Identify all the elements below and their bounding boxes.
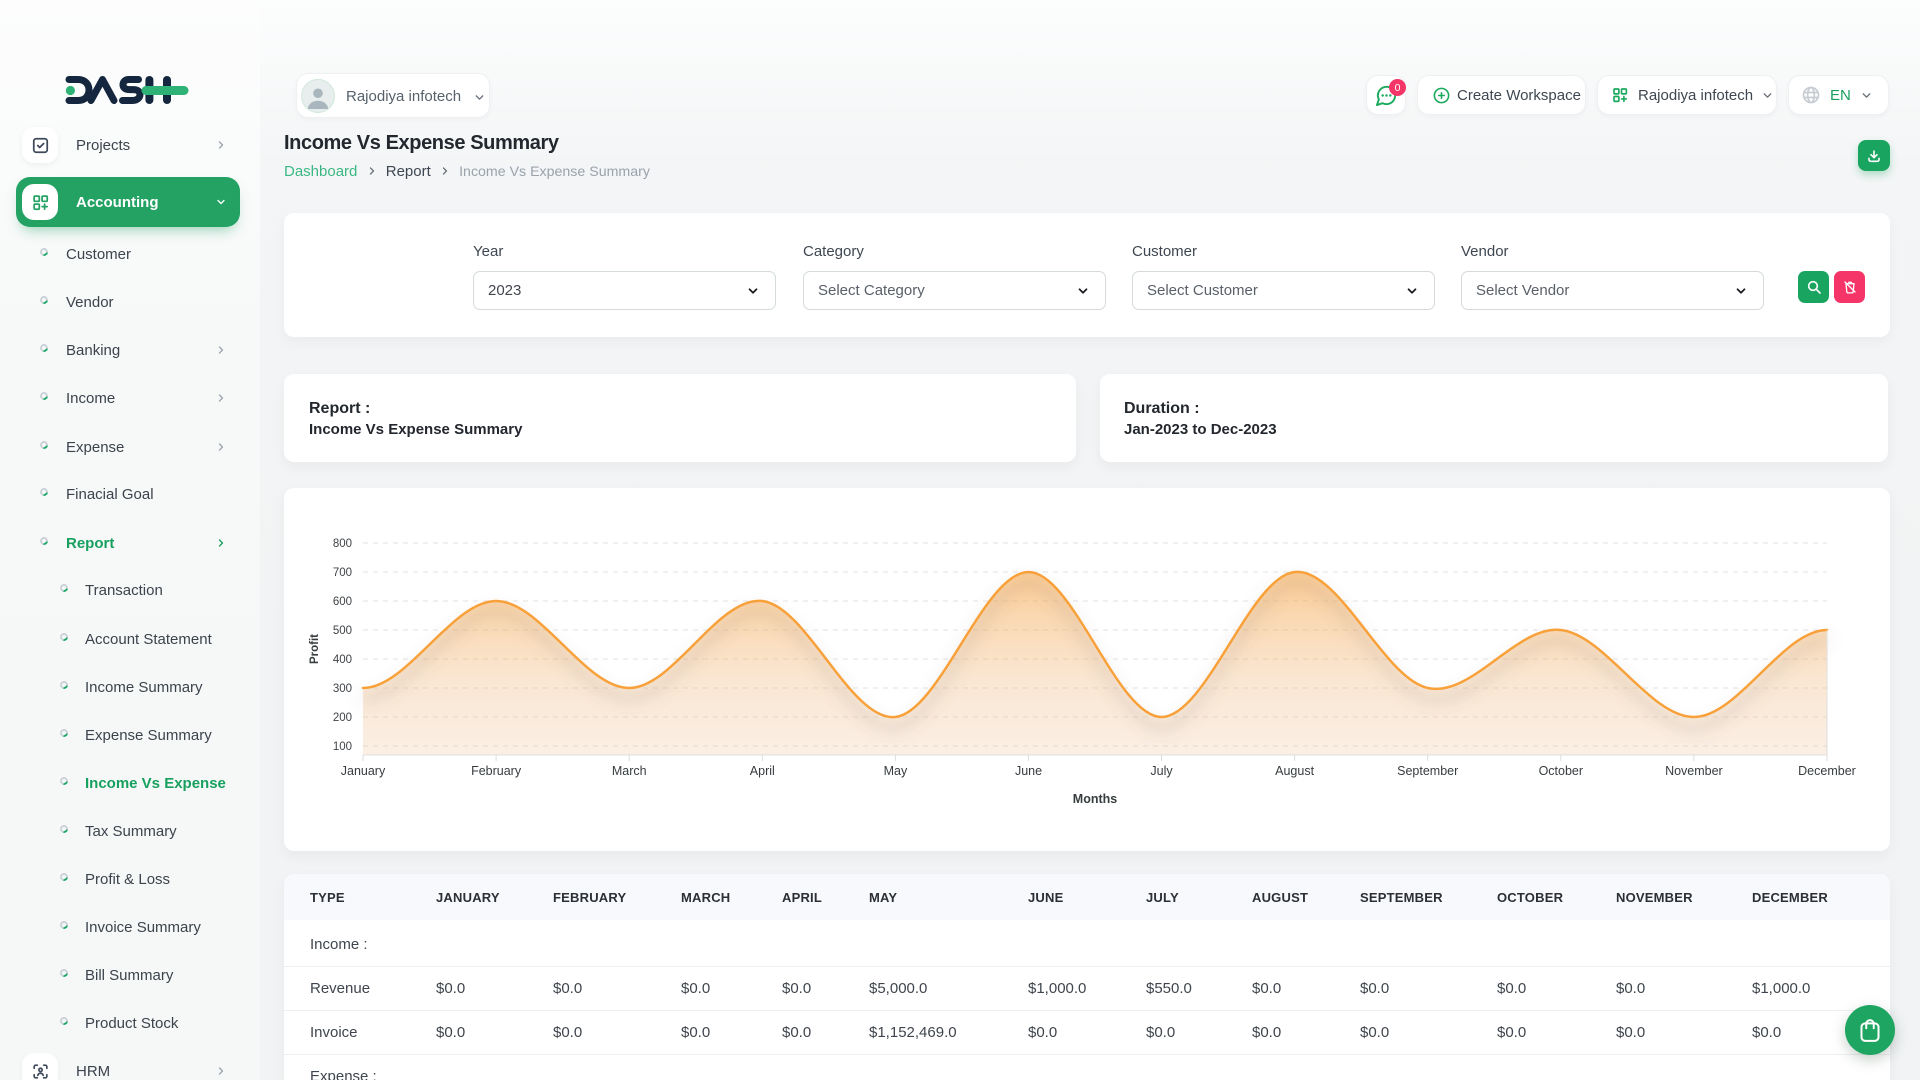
svg-text:January: January	[341, 764, 386, 778]
svg-text:August: August	[1275, 764, 1314, 778]
svg-text:400: 400	[333, 654, 352, 666]
svg-text:500: 500	[333, 625, 352, 637]
svg-text:March: March	[612, 764, 647, 778]
svg-text:May: May	[884, 764, 908, 778]
svg-text:November: November	[1665, 764, 1723, 778]
svg-text:April: April	[750, 764, 775, 778]
svg-text:200: 200	[333, 712, 352, 724]
svg-text:600: 600	[333, 596, 352, 608]
svg-text:700: 700	[333, 567, 352, 579]
svg-text:February: February	[471, 764, 522, 778]
svg-text:Months: Months	[1073, 792, 1117, 806]
svg-text:September: September	[1397, 764, 1458, 778]
svg-text:December: December	[1798, 764, 1856, 778]
svg-text:300: 300	[333, 683, 352, 695]
svg-text:October: October	[1539, 764, 1583, 778]
svg-text:800: 800	[333, 538, 352, 550]
svg-text:Profit: Profit	[309, 634, 321, 664]
svg-text:July: July	[1150, 764, 1173, 778]
svg-text:June: June	[1015, 764, 1042, 778]
svg-text:100: 100	[333, 741, 352, 753]
